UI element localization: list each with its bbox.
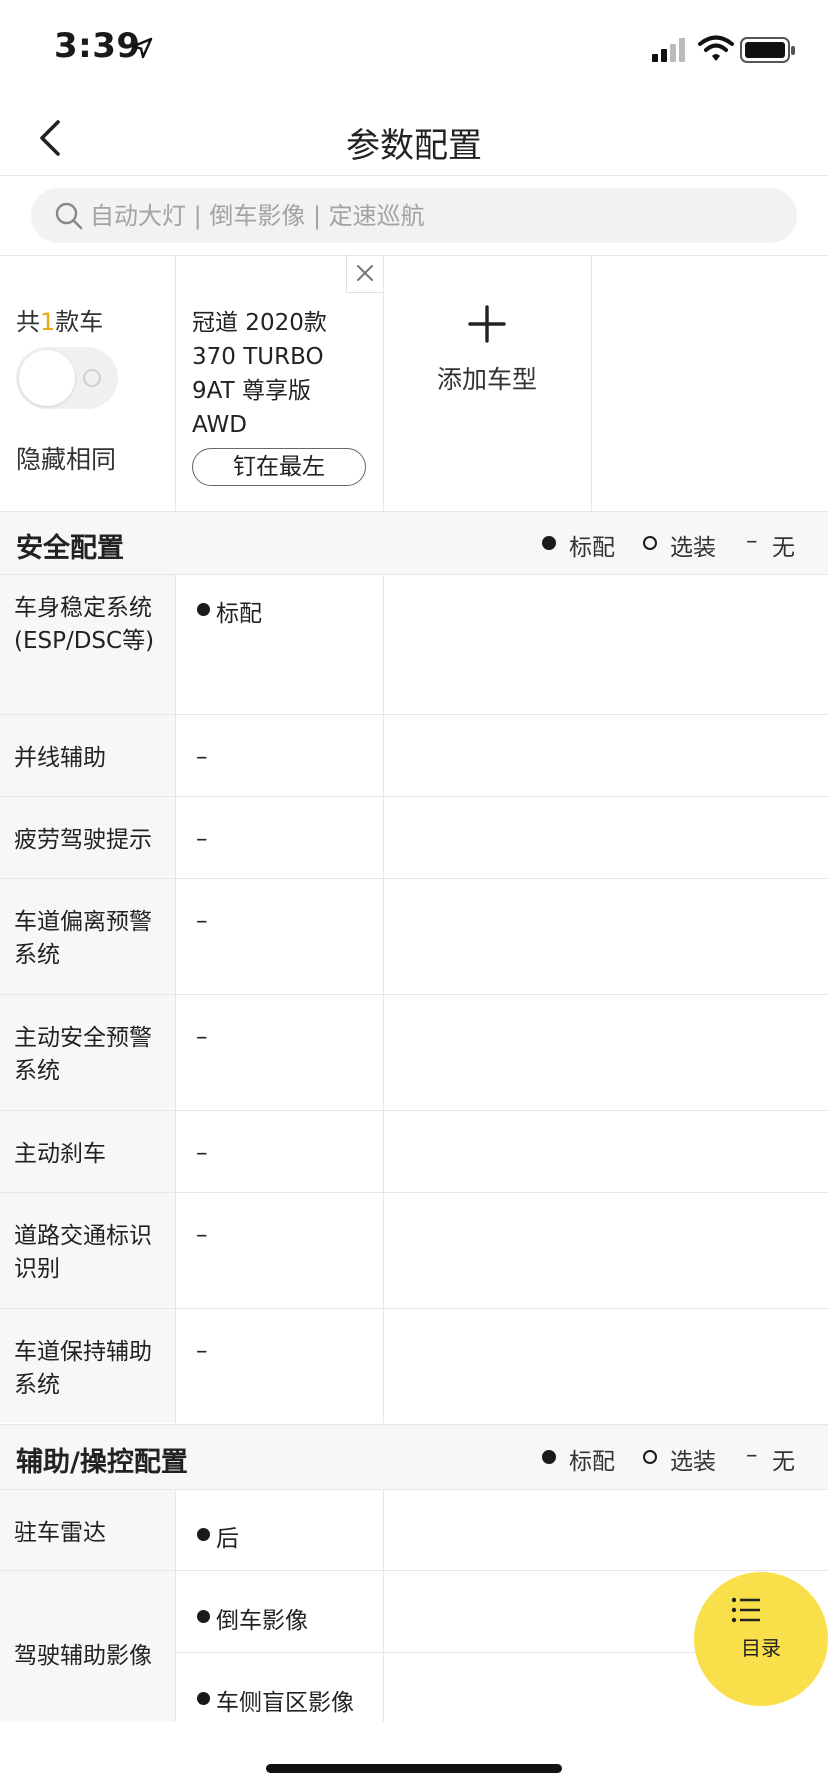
row-divider bbox=[0, 714, 828, 715]
column-divider bbox=[383, 575, 384, 1423]
row-label: 道路交通标识识别 bbox=[14, 1223, 152, 1282]
battery-icon bbox=[740, 37, 795, 63]
standard-dot-icon bbox=[197, 1692, 210, 1705]
column-divider bbox=[591, 256, 592, 511]
row-label: 车身稳定系统 (ESP/DSC等) bbox=[14, 595, 155, 654]
row-label: 车道保持辅助系统 bbox=[14, 1339, 152, 1398]
row-value: 后 bbox=[216, 1526, 239, 1552]
legend-none-dash: – bbox=[746, 1442, 758, 1468]
standard-dot-icon bbox=[197, 1610, 210, 1623]
close-icon bbox=[357, 265, 373, 281]
label-column bbox=[0, 575, 175, 1423]
remove-car-button[interactable] bbox=[346, 255, 384, 293]
legend-none-dash: – bbox=[746, 528, 758, 554]
row-label: 主动刹车 bbox=[14, 1141, 106, 1167]
catalog-label: 目录 bbox=[741, 1636, 781, 1660]
row-divider bbox=[0, 1192, 828, 1193]
column-divider bbox=[175, 575, 176, 1423]
wifi-icon bbox=[698, 35, 734, 61]
home-area bbox=[0, 1722, 828, 1792]
optional-ring-icon bbox=[643, 536, 657, 550]
row-value: 标配 bbox=[216, 601, 262, 627]
nav-divider bbox=[0, 175, 828, 176]
row-value: 车侧盲区影像 bbox=[216, 1690, 354, 1716]
row-label: 驾驶辅助影像 bbox=[14, 1643, 152, 1669]
add-car-label: 添加车型 bbox=[436, 365, 537, 394]
toggle-knob bbox=[19, 350, 75, 406]
row-label: 疲劳驾驶提示 bbox=[14, 827, 152, 853]
row-divider bbox=[0, 878, 828, 879]
row-label: 驻车雷达 bbox=[14, 1520, 106, 1546]
car-count: 共1款车 bbox=[16, 308, 104, 336]
row-label: 并线辅助 bbox=[14, 745, 106, 771]
row-value: – bbox=[196, 1140, 208, 1166]
status-time: 3:39 bbox=[54, 26, 141, 66]
row-divider bbox=[0, 1570, 828, 1571]
row-label: 主动安全预警系统 bbox=[14, 1025, 152, 1084]
standard-dot-icon bbox=[197, 1528, 210, 1541]
search-icon bbox=[55, 202, 83, 230]
row-label: 车道偏离预警系统 bbox=[14, 909, 152, 968]
hide-same-label: 隐藏相同 bbox=[16, 445, 117, 474]
location-arrow-icon bbox=[131, 37, 153, 59]
standard-dot-icon bbox=[542, 1450, 556, 1464]
row-divider bbox=[0, 1308, 828, 1309]
optional-ring-icon bbox=[643, 1450, 657, 1464]
section-title: 辅助/操控配置 bbox=[16, 1447, 188, 1478]
search-input[interactable] bbox=[90, 190, 780, 242]
row-divider bbox=[0, 994, 828, 995]
legend-none: 无 bbox=[772, 535, 795, 561]
standard-dot-icon bbox=[542, 536, 556, 550]
toggle-off-icon bbox=[83, 369, 101, 387]
legend-standard: 标配 bbox=[569, 535, 615, 561]
standard-dot-icon bbox=[197, 603, 210, 616]
row-value: – bbox=[196, 1024, 208, 1050]
plus-icon bbox=[468, 305, 506, 343]
list-icon bbox=[731, 1597, 760, 1623]
row-divider bbox=[0, 1110, 828, 1111]
home-indicator bbox=[266, 1764, 562, 1773]
page-title: 参数配置 bbox=[346, 126, 482, 166]
row-value: – bbox=[196, 908, 208, 934]
legend-standard: 标配 bbox=[569, 1449, 615, 1475]
column-divider bbox=[175, 256, 176, 511]
column-divider bbox=[175, 1490, 176, 1722]
column-divider bbox=[383, 1490, 384, 1722]
legend-optional: 选装 bbox=[670, 1449, 716, 1475]
pin-left-button[interactable]: 钉在最左 bbox=[192, 448, 366, 486]
row-value: – bbox=[196, 744, 208, 770]
row-divider bbox=[0, 796, 828, 797]
legend-optional: 选装 bbox=[670, 535, 716, 561]
row-value: 倒车影像 bbox=[216, 1608, 308, 1634]
legend-none: 无 bbox=[772, 1449, 795, 1475]
row-value: – bbox=[196, 826, 208, 852]
row-value: – bbox=[196, 1338, 208, 1364]
row-value: – bbox=[196, 1222, 208, 1248]
cellular-signal-icon bbox=[652, 38, 685, 62]
car-name: 冠道 2020款 370 TURBO 9AT 尊享版 AWD bbox=[192, 310, 327, 438]
section-title: 安全配置 bbox=[16, 533, 124, 564]
